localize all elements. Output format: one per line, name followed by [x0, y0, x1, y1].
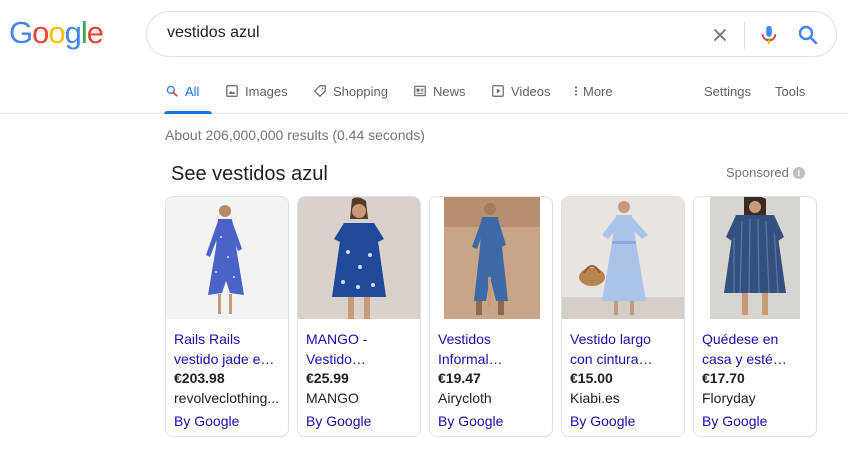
dress-image: [166, 197, 288, 319]
product-merchant: revolveclothing...: [174, 390, 280, 406]
product-merchant: Floryday: [702, 390, 756, 406]
tab-label: Images: [245, 83, 288, 99]
tab-videos[interactable]: Videos: [491, 82, 551, 100]
image-icon: [226, 85, 238, 97]
product-merchant: MANGO: [306, 390, 359, 406]
clear-icon[interactable]: [709, 24, 731, 46]
product-merchant: Airycloth: [438, 390, 492, 406]
tab-label: More: [583, 83, 613, 99]
tab-label: Videos: [511, 83, 551, 99]
logo-letter: G: [9, 15, 33, 50]
search-box[interactable]: vestidos azul: [146, 11, 837, 57]
by-google-link[interactable]: By Google: [702, 413, 767, 429]
sponsored-text: Sponsored: [726, 165, 789, 180]
by-google-link[interactable]: By Google: [570, 413, 635, 429]
tab-more[interactable]: More: [573, 82, 613, 100]
product-title-line: Quédese en: [702, 331, 779, 347]
shopping-section-title: See vestidos azul: [171, 163, 328, 185]
product-price: €17.70: [702, 370, 745, 386]
product-price: €25.99: [306, 370, 349, 386]
product-image[interactable]: [694, 197, 816, 319]
tab-shopping[interactable]: Shopping: [313, 82, 388, 100]
logo-letter: g: [64, 15, 82, 50]
logo-letter: o: [32, 15, 49, 50]
logo-letter: e: [86, 15, 104, 50]
product-price: €19.47: [438, 370, 481, 386]
product-title-line: MANGO -: [306, 331, 368, 347]
logo-letter: o: [48, 15, 65, 50]
play-icon: [492, 85, 504, 97]
search-input[interactable]: vestidos azul: [167, 24, 260, 42]
tab-label: News: [433, 83, 466, 99]
product-price: €15.00: [570, 370, 613, 386]
product-image[interactable]: [430, 197, 552, 319]
product-title[interactable]: Quédese en casa y esté…: [702, 329, 810, 369]
product-title[interactable]: MANGO - Vestido…: [306, 329, 414, 369]
tag-icon: [313, 85, 326, 98]
dress-image: [298, 197, 420, 319]
product-title-line: vestido jade e…: [174, 351, 275, 367]
product-card[interactable]: Vestidos Informal… €19.47 Airycloth By G…: [429, 196, 553, 437]
product-image[interactable]: [166, 197, 288, 319]
tab-label: Shopping: [333, 83, 388, 99]
product-title[interactable]: Vestidos Informal…: [438, 329, 546, 369]
result-stats: About 206,000,000 results (0.44 seconds): [165, 127, 425, 143]
search-tabs: All Images Shopping News Videos More Set…: [0, 70, 848, 114]
tab-label: All: [185, 83, 200, 99]
search-icon: [166, 85, 178, 97]
newspaper-icon: [414, 85, 426, 97]
product-title-line: Vestido largo: [570, 331, 651, 347]
tab-tools[interactable]: Tools: [775, 82, 805, 100]
by-google-link[interactable]: By Google: [174, 413, 239, 429]
dress-image: [430, 197, 552, 319]
tab-all[interactable]: All: [165, 82, 199, 100]
tab-images[interactable]: Images: [225, 82, 288, 100]
product-merchant: Kiabi.es: [570, 390, 620, 406]
product-title-line: Rails Rails: [174, 331, 241, 347]
more-vert-icon: [574, 86, 578, 96]
product-image[interactable]: [298, 197, 420, 319]
by-google-link[interactable]: By Google: [306, 413, 371, 429]
sponsored-label[interactable]: Sponsored i: [726, 165, 805, 180]
info-icon[interactable]: i: [792, 166, 805, 179]
product-title-line: Vestidos: [438, 331, 491, 347]
tab-label: Tools: [775, 83, 806, 99]
search-icon[interactable]: [796, 23, 820, 47]
dress-image: [694, 197, 816, 319]
product-title[interactable]: Vestido largo con cintura…: [570, 329, 678, 369]
dress-image: [562, 197, 684, 319]
product-card[interactable]: MANGO - Vestido… €25.99 MANGO By Google: [297, 196, 421, 437]
tab-label: Settings: [704, 83, 751, 99]
product-title[interactable]: Rails Rails vestido jade e…: [174, 329, 282, 369]
product-title-line: Vestido…: [306, 351, 366, 367]
product-title-line: con cintura…: [570, 351, 653, 367]
product-card[interactable]: Quédese en casa y esté… €17.70 Floryday …: [693, 196, 817, 437]
by-google-link[interactable]: By Google: [438, 413, 503, 429]
tab-settings[interactable]: Settings: [704, 82, 751, 100]
product-title-line: casa y esté…: [702, 351, 787, 367]
product-image[interactable]: [562, 197, 684, 319]
product-card[interactable]: Vestido largo con cintura… €15.00 Kiabi.…: [561, 196, 685, 437]
product-title-line: Informal…: [438, 351, 503, 367]
searchbox-divider: [744, 21, 745, 49]
product-price: €203.98: [174, 370, 225, 386]
active-tab-indicator: [164, 111, 212, 114]
microphone-icon[interactable]: [758, 23, 780, 47]
tab-news[interactable]: News: [413, 82, 466, 100]
product-card[interactable]: Rails Rails vestido jade e… €203.98 revo…: [165, 196, 289, 437]
google-logo[interactable]: Google: [9, 15, 104, 51]
